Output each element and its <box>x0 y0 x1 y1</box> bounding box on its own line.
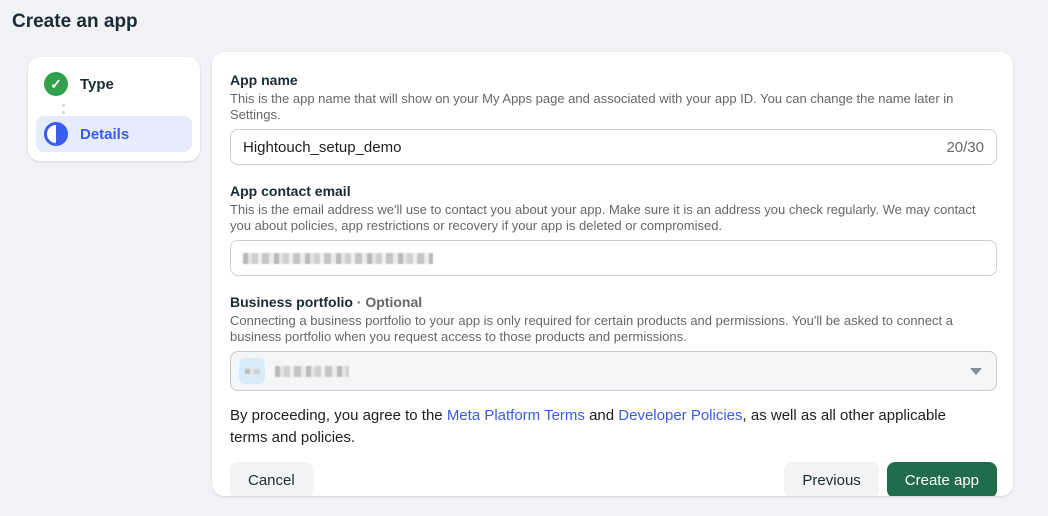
app-name-description: This is the app name that will show on y… <box>230 91 954 122</box>
step-details-label: Details <box>80 125 130 143</box>
create-app-button[interactable]: Create app <box>886 462 997 496</box>
app-name-section: App name This is the app name that will … <box>230 72 997 165</box>
business-portfolio-label: Business portfolio · Optional <box>230 294 423 310</box>
cancel-button[interactable]: Cancel <box>230 462 313 496</box>
developer-policies-link[interactable]: Developer Policies <box>618 407 742 424</box>
chevron-down-icon <box>970 367 982 375</box>
redacted-portfolio-name <box>275 365 349 377</box>
page-title: Create an app <box>12 11 138 32</box>
footer-actions: Cancel Previous Create app <box>230 462 997 496</box>
optional-badge: · Optional <box>352 294 423 310</box>
stepper-card: ✓ Type Details <box>28 57 200 161</box>
app-name-char-counter: 20/30 <box>946 138 984 156</box>
step-type-label: Type <box>80 75 114 93</box>
step-type[interactable]: ✓ Type <box>36 66 192 102</box>
terms-text: By proceeding, you agree to the Meta Pla… <box>230 407 946 446</box>
portfolio-avatar <box>239 358 265 384</box>
app-name-input-wrap: 20/30 <box>230 129 997 165</box>
check-circle-icon: ✓ <box>44 72 68 96</box>
contact-email-section: App contact email This is the email addr… <box>230 183 997 276</box>
contact-email-input[interactable] <box>230 240 997 276</box>
redacted-email-value <box>243 252 433 264</box>
redacted-avatar-text <box>244 368 260 374</box>
step-connector-dots <box>62 104 192 114</box>
business-portfolio-description: Connecting a business portfolio to your … <box>230 313 953 344</box>
create-app-form-card: App name This is the app name that will … <box>212 52 1013 496</box>
contact-email-description: This is the email address we'll use to c… <box>230 202 976 233</box>
app-name-label: App name <box>230 72 298 88</box>
business-portfolio-section: Business portfolio · Optional Connecting… <box>230 294 997 391</box>
app-name-input[interactable] <box>243 138 939 156</box>
business-portfolio-dropdown[interactable] <box>230 351 997 391</box>
step-details[interactable]: Details <box>36 116 192 152</box>
half-circle-icon <box>44 122 68 146</box>
previous-button[interactable]: Previous <box>784 462 879 496</box>
meta-platform-terms-link[interactable]: Meta Platform Terms <box>447 407 585 424</box>
contact-email-label: App contact email <box>230 183 351 199</box>
